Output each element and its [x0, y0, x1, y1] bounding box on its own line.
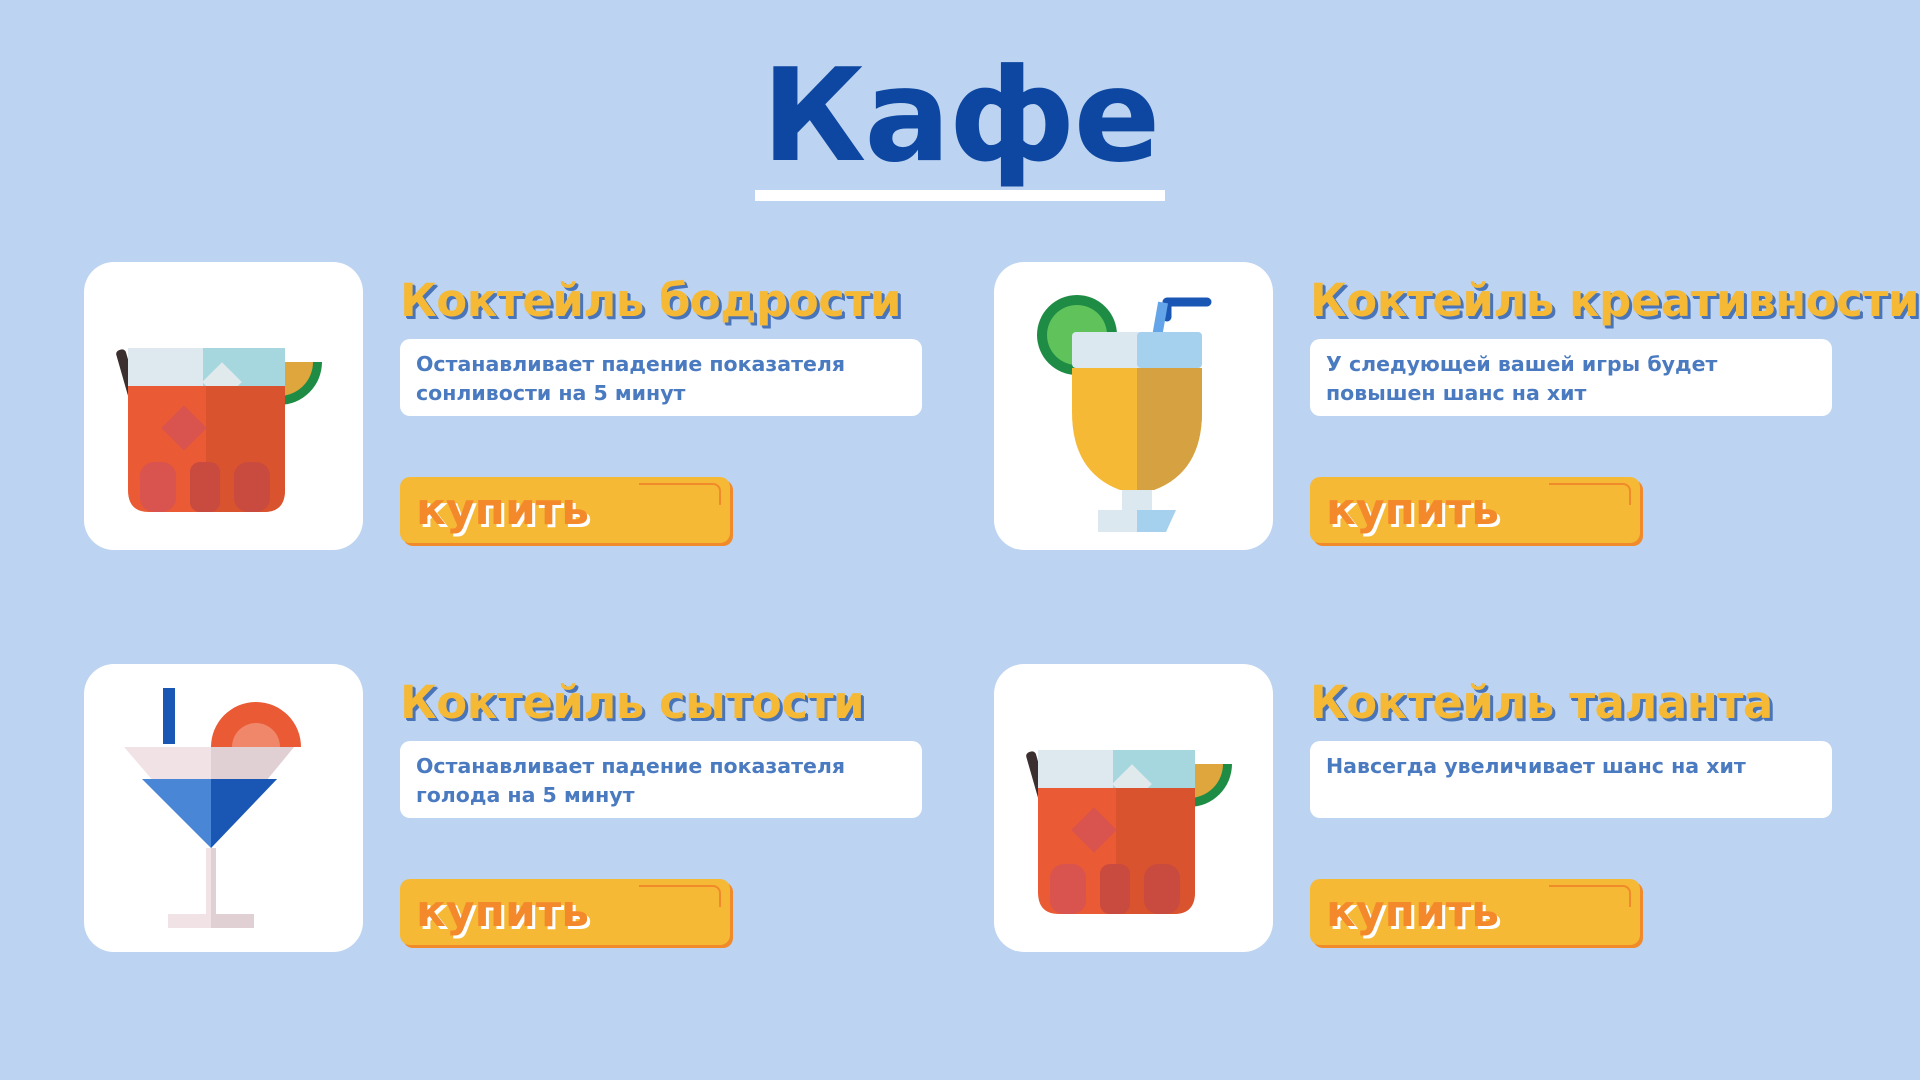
buy-button[interactable]: купить — [1310, 879, 1640, 945]
shop-item-talent-cocktail: Коктейль таланта Навсегда увеличивает ша… — [994, 664, 1920, 954]
buy-button[interactable]: купить — [400, 477, 730, 543]
item-description: Останавливает падение показателя голода … — [400, 741, 922, 818]
red-cocktail-glass-with-lemon-icon — [1026, 704, 1244, 914]
page-title: Кафе — [761, 42, 1161, 191]
buy-button[interactable]: купить — [400, 879, 730, 945]
martini-glass-with-orange-icon — [124, 688, 301, 928]
red-cocktail-glass-with-lemon-icon — [116, 302, 334, 512]
item-description: Останавливает падение показателя сонливо… — [400, 339, 922, 416]
item-name: Коктейль креативности — [1310, 274, 1919, 327]
item-name: Коктейль сытости — [400, 676, 865, 729]
item-description: У следующей вашей игры будет повышен шан… — [1310, 339, 1832, 416]
buy-button[interactable]: купить — [1310, 477, 1640, 543]
item-icon-box — [994, 262, 1273, 550]
yellow-cocktail-with-lime-icon — [1037, 295, 1212, 532]
shop-item-creativity-cocktail: Коктейль креативности У следующей вашей … — [994, 262, 1920, 552]
item-icon-box — [84, 262, 363, 550]
item-icon-box — [84, 664, 363, 952]
item-icon-box — [994, 664, 1273, 952]
item-description: Навсегда увеличивает шанс на хит — [1310, 741, 1832, 818]
title-divider — [755, 190, 1165, 201]
item-name: Коктейль бодрости — [400, 274, 902, 327]
item-name: Коктейль таланта — [1310, 676, 1773, 729]
